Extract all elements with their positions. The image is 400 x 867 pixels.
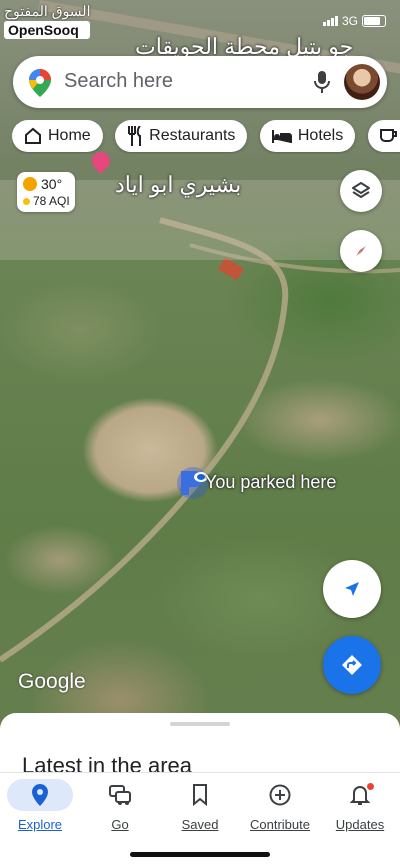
- nav-label: Contribute: [250, 817, 310, 832]
- home-icon: [25, 127, 41, 144]
- map-label-village: بشيري ابو اياد: [115, 172, 242, 197]
- chip-label: Restaurants: [149, 127, 236, 144]
- signal-icon: [322, 16, 338, 26]
- compass-needle-icon: [356, 246, 366, 256]
- watermark-brand: OpenSooq: [4, 21, 91, 39]
- profile-avatar[interactable]: [344, 64, 380, 100]
- bookmark-icon: [193, 784, 207, 806]
- google-logo: Google: [18, 670, 86, 693]
- category-chips: Home Restaurants Hotels Co: [12, 120, 400, 154]
- layers-button[interactable]: [340, 170, 382, 212]
- search-input[interactable]: Search here: [64, 70, 173, 93]
- home-indicator: [130, 852, 270, 857]
- nav-label: Saved: [181, 817, 219, 832]
- battery-icon: [362, 15, 386, 27]
- temperature: 30°: [41, 176, 63, 192]
- aqi-dot-icon: [23, 197, 30, 205]
- status-indicators: 3G: [322, 14, 386, 28]
- google-maps-pin-icon: [29, 69, 51, 97]
- nav-label: Go: [111, 817, 129, 832]
- chip-restaurants[interactable]: Restaurants: [115, 120, 248, 152]
- hotel-icon: [271, 130, 292, 143]
- restaurant-icon: [128, 126, 142, 146]
- aqi-value: 78 AQI: [33, 194, 70, 208]
- nav-updates[interactable]: Updates: [320, 779, 400, 832]
- sun-icon: [23, 177, 37, 191]
- search-bar[interactable]: Search here: [13, 56, 387, 108]
- sheet-drag-handle[interactable]: [170, 722, 230, 726]
- my-location-button[interactable]: [323, 560, 381, 618]
- chip-coffee[interactable]: Co: [367, 120, 400, 152]
- navigation-arrow-icon: [345, 582, 359, 596]
- location-pin-icon: [32, 784, 48, 806]
- chip-hotels[interactable]: Hotels: [259, 120, 356, 152]
- nav-explore[interactable]: Explore: [0, 779, 80, 832]
- chip-home[interactable]: Home: [12, 120, 103, 152]
- plus-circle-icon: [269, 784, 291, 806]
- opensooq-watermark: السوق المفتوح OpenSooq: [4, 3, 91, 39]
- parked-label: You parked here: [205, 472, 337, 492]
- weather-card[interactable]: 30° 78 AQI: [17, 172, 75, 212]
- car-icon: [109, 785, 131, 805]
- directions-button[interactable]: [323, 636, 381, 694]
- coffee-icon: [379, 129, 397, 142]
- compass-button[interactable]: [340, 230, 382, 272]
- nav-label: Explore: [17, 817, 63, 832]
- chip-label: Home: [48, 127, 91, 144]
- notification-dot: [367, 783, 374, 790]
- mic-icon[interactable]: [314, 71, 330, 93]
- network-type: 3G: [341, 14, 358, 28]
- directions-icon: [342, 655, 362, 675]
- nav-contribute[interactable]: Contribute: [240, 779, 320, 832]
- nav-label: Updates: [335, 817, 385, 832]
- nav-saved[interactable]: Saved: [160, 779, 240, 832]
- nav-go[interactable]: Go: [80, 779, 160, 832]
- layers-icon: [352, 182, 370, 198]
- watermark-arabic: السوق المفتوح: [4, 3, 91, 19]
- chip-label: Hotels: [297, 127, 344, 144]
